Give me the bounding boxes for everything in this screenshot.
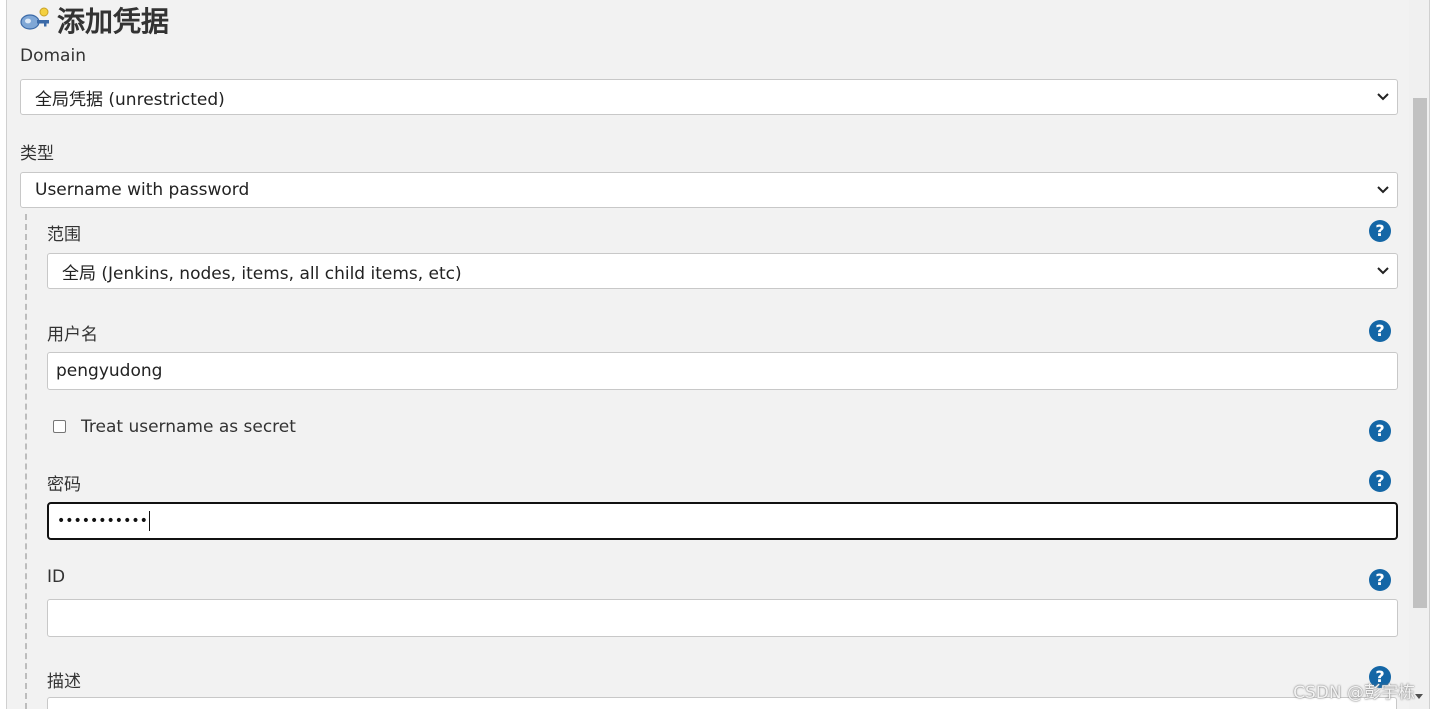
id-help-icon[interactable]: ? [1369,569,1391,591]
treat-username-secret-checkbox[interactable] [53,420,66,433]
username-secret-help-icon[interactable]: ? [1369,420,1391,442]
password-masked-value: ••••••••••• [57,513,148,529]
username-input[interactable]: pengyudong [47,352,1398,390]
dialog-header: 添加凭据 [19,2,169,38]
scroll-down-arrow-icon[interactable] [1415,694,1423,699]
scope-label: 范围 [47,225,81,245]
password-label: 密码 [47,475,81,495]
text-caret [148,511,150,531]
username-value: pengyudong [56,361,163,381]
nested-section-divider [25,214,27,709]
credentials-key-icon [20,7,49,30]
password-help-icon[interactable]: ? [1369,470,1391,492]
id-input[interactable] [47,599,1398,637]
id-label: ID [47,567,66,587]
add-credentials-dialog: 添加凭据 Domain 全局凭据 (unrestricted) 类型 Usern… [6,0,1430,709]
kind-selected-value: Username with password [35,180,250,200]
scope-help-icon[interactable]: ? [1369,220,1391,242]
domain-label: Domain [20,46,86,66]
password-input[interactable]: ••••••••••• [47,502,1398,540]
chevron-down-icon [1377,186,1389,194]
scrollbar-thumb[interactable] [1413,98,1427,608]
username-help-icon[interactable]: ? [1369,320,1391,342]
description-input[interactable] [47,697,1397,709]
scope-select[interactable]: 全局 (Jenkins, nodes, items, all child ite… [47,253,1398,289]
kind-select[interactable]: Username with password [20,172,1398,208]
treat-username-secret-label: Treat username as secret [81,417,296,437]
domain-selected-value: 全局凭据 (unrestricted) [35,89,225,110]
username-label: 用户名 [47,325,98,345]
description-label: 描述 [47,672,81,692]
dialog-title: 添加凭据 [57,5,170,38]
watermark: CSDN @彭宇栋 [1293,683,1415,703]
scope-selected-value: 全局 (Jenkins, nodes, items, all child ite… [62,263,462,284]
chevron-down-icon [1377,267,1389,275]
chevron-down-icon [1377,93,1389,101]
kind-label: 类型 [20,144,54,164]
vertical-scrollbar[interactable] [1409,0,1429,709]
domain-select[interactable]: 全局凭据 (unrestricted) [20,79,1398,115]
